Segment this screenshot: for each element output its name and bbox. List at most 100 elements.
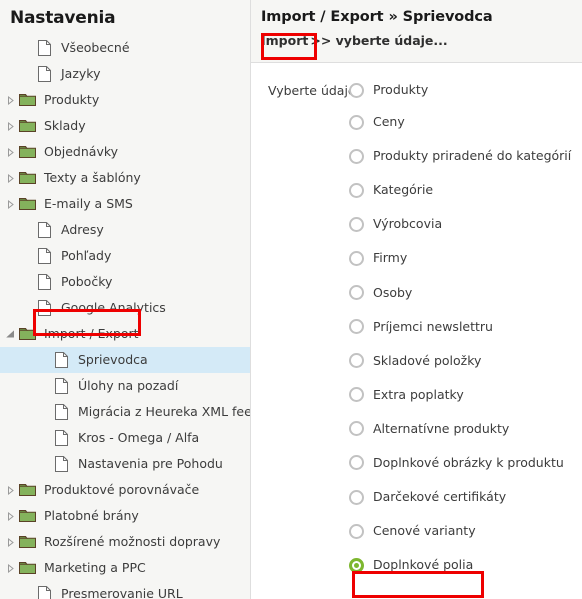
radio-unselected-icon[interactable]	[349, 182, 364, 198]
sidebar-item-import-export[interactable]: Import / Export	[0, 321, 250, 347]
radio-unselected-icon[interactable]	[349, 319, 364, 335]
radio-unselected-icon[interactable]	[349, 216, 364, 232]
radio-option-pr-jemci-newslettru[interactable]: Príjemci newslettru	[349, 310, 571, 344]
radio-option-skladov-polo-ky[interactable]: Skladové položky	[349, 344, 571, 378]
radio-unselected-icon[interactable]	[349, 250, 364, 266]
radio-unselected-icon[interactable]	[349, 82, 364, 98]
sidebar-item-label: Sprievodca	[78, 352, 148, 367]
radio-option-produkty-priraden-do-kateg-ri[interactable]: Produkty priradené do kategórií	[349, 139, 571, 173]
tree-twisty-empty	[38, 451, 51, 477]
chevron-right-icon[interactable]	[4, 555, 17, 581]
radio-option-label: Alternatívne produkty	[373, 420, 510, 436]
sidebar-item-label: Google Analytics	[61, 300, 166, 315]
settings-sidebar: Nastavenia Všeobecné Jazyky Produkty Sklady…	[0, 0, 251, 599]
file-icon	[34, 35, 55, 61]
sidebar-item-platobn-br-ny[interactable]: Platobné brány	[0, 503, 250, 529]
tree-twisty-empty	[38, 399, 51, 425]
folder-icon	[17, 139, 38, 165]
radio-option-doplnkov-obr-zky-k-produktu[interactable]: Doplnkové obrázky k produktu	[349, 446, 571, 480]
radio-option-ceny[interactable]: Ceny	[349, 105, 571, 139]
radio-option-label: Produkty priradené do kategórií	[373, 148, 572, 164]
radio-option-cenov-varianty[interactable]: Cenové varianty	[349, 514, 571, 548]
file-icon	[34, 269, 55, 295]
sidebar-item-produkty[interactable]: Produkty	[0, 87, 250, 113]
chevron-right-icon[interactable]	[4, 165, 17, 191]
tree-twisty-empty	[21, 269, 34, 295]
main-title: Import / Export » Sprievodca	[261, 9, 493, 25]
radio-unselected-icon[interactable]	[349, 148, 364, 164]
radio-unselected-icon[interactable]	[349, 285, 364, 301]
radio-option-v-robcovia[interactable]: Výrobcovia	[349, 207, 571, 241]
radio-option-osoby[interactable]: Osoby	[349, 275, 571, 309]
sidebar-item-presmerovanie-url[interactable]: Presmerovanie URL	[0, 581, 250, 599]
sidebar-item-sklady[interactable]: Sklady	[0, 113, 250, 139]
folder-icon	[17, 321, 38, 347]
radio-option-extra-poplatky[interactable]: Extra poplatky	[349, 378, 571, 412]
sidebar-item-e-maily-a-sms[interactable]: E-maily a SMS	[0, 191, 250, 217]
sidebar-item-objedn-vky[interactable]: Objednávky	[0, 139, 250, 165]
sidebar-item-kros-omega-alfa[interactable]: Kros - Omega / Alfa	[0, 425, 250, 451]
sidebar-item-v-eobecn[interactable]: Všeobecné	[0, 35, 250, 61]
sidebar-item-poh-ady[interactable]: Pohľady	[0, 243, 250, 269]
sidebar-item-sprievodca[interactable]: Sprievodca	[0, 347, 250, 373]
radio-selected-icon[interactable]	[349, 557, 364, 573]
chevron-right-icon[interactable]	[4, 477, 17, 503]
chevron-right-icon[interactable]	[4, 529, 17, 555]
chevron-right-icon[interactable]	[4, 87, 17, 113]
chevron-down-icon[interactable]	[4, 321, 17, 347]
radio-unselected-icon[interactable]	[349, 114, 364, 130]
tree-twisty-empty	[21, 61, 34, 87]
radio-option-label: Osoby	[373, 284, 413, 300]
sidebar-item-jazyky[interactable]: Jazyky	[0, 61, 250, 87]
radio-option-doplnkov-polia[interactable]: Doplnkové polia	[349, 548, 571, 582]
folder-icon	[17, 503, 38, 529]
choose-data-row: Vyberte údaje: Produkty Ceny Produkty prir…	[251, 81, 582, 582]
sidebar-item-google-analytics[interactable]: Google Analytics	[0, 295, 250, 321]
file-icon	[34, 217, 55, 243]
radio-unselected-icon[interactable]	[349, 421, 364, 437]
file-icon	[34, 61, 55, 87]
radio-option-alternat-vne-produkty[interactable]: Alternatívne produkty	[349, 412, 571, 446]
sidebar-item-label: Import / Export	[44, 326, 139, 341]
breadcrumb-item-import[interactable]: Import	[261, 33, 308, 48]
sidebar-item-adresy[interactable]: Adresy	[0, 217, 250, 243]
radio-option-produkty[interactable]: Produkty	[349, 75, 571, 105]
chevron-right-icon[interactable]	[4, 191, 17, 217]
radio-unselected-icon[interactable]	[349, 489, 364, 505]
radio-option-firmy[interactable]: Firmy	[349, 241, 571, 275]
radio-option-label: Výrobcovia	[373, 216, 443, 232]
radio-option-label: Ceny	[373, 114, 405, 130]
sidebar-item-label: Kros - Omega / Alfa	[78, 430, 200, 445]
folder-icon	[17, 191, 38, 217]
data-type-radio-group[interactable]: Produkty Ceny Produkty priradené do kategó…	[349, 81, 571, 582]
sidebar-item-pobo-ky[interactable]: Pobočky	[0, 269, 250, 295]
radio-unselected-icon[interactable]	[349, 353, 364, 369]
chevron-right-icon[interactable]	[4, 139, 17, 165]
folder-icon	[17, 165, 38, 191]
folder-icon	[17, 477, 38, 503]
sidebar-item-marketing-a-ppc[interactable]: Marketing a PPC	[0, 555, 250, 581]
radio-option-label: Produkty	[373, 82, 429, 97]
radio-unselected-icon[interactable]	[349, 387, 364, 403]
sidebar-item-label: Objednávky	[44, 144, 119, 159]
radio-unselected-icon[interactable]	[349, 455, 364, 471]
chevron-right-icon[interactable]	[4, 503, 17, 529]
sidebar-item-nastavenia-pre-pohodu[interactable]: Nastavenia pre Pohodu	[0, 451, 250, 477]
sidebar-item-texty-a-abl-ny[interactable]: Texty a šablóny	[0, 165, 250, 191]
radio-option-label: Príjemci newslettru	[373, 318, 493, 334]
sidebar-item-label: Nastavenia pre Pohodu	[78, 456, 223, 471]
chevron-right-icon[interactable]	[4, 113, 17, 139]
tree-twisty-empty	[21, 581, 34, 599]
sidebar-item-label: Všeobecné	[61, 40, 130, 55]
sidebar-item-migr-cia-z-heureka-xml-feedu[interactable]: Migrácia z Heureka XML feedu	[0, 399, 250, 425]
sidebar-item-produktov-porovn-va-e[interactable]: Produktové porovnávače	[0, 477, 250, 503]
sidebar-item-roz-ren-mo-nosti-dopravy[interactable]: Rozšírené možnosti dopravy	[0, 529, 250, 555]
page-title: Nastavenia	[10, 8, 116, 28]
main-header: Import / Export » Sprievodca Import >> vy…	[251, 0, 582, 63]
file-icon	[51, 399, 72, 425]
radio-option-kateg-rie[interactable]: Kategórie	[349, 173, 571, 207]
radio-unselected-icon[interactable]	[349, 523, 364, 539]
radio-option-label: Skladové položky	[373, 352, 482, 368]
sidebar-item-lohy-na-pozad[interactable]: Úlohy na pozadí	[0, 373, 250, 399]
radio-option-dar-ekov-certifik-ty[interactable]: Darčekové certifikáty	[349, 480, 571, 514]
